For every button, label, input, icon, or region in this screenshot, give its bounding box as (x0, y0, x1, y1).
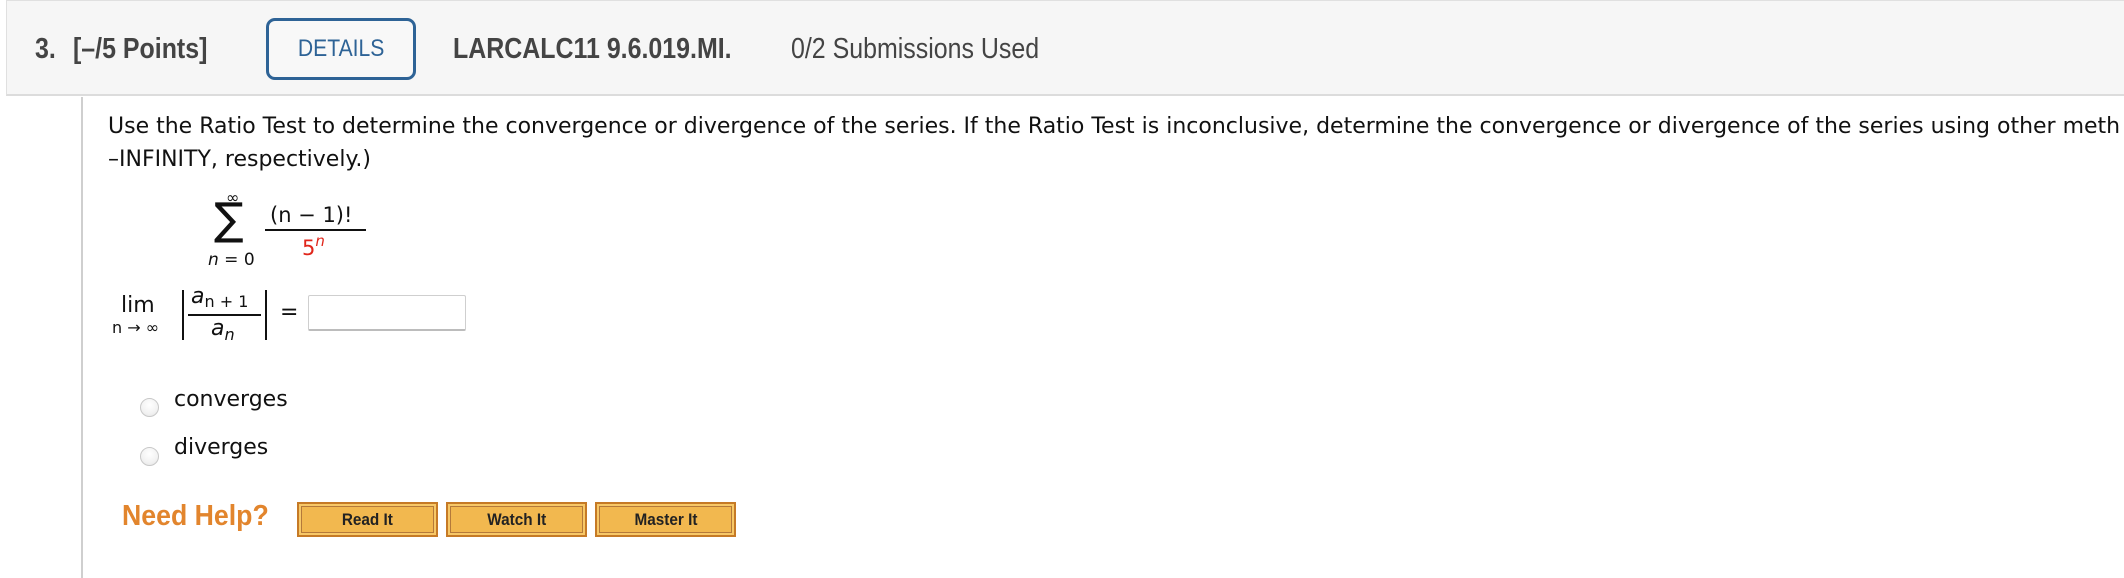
read-it-button[interactable]: Read It (297, 502, 438, 537)
master-it-button[interactable]: Master It (595, 502, 736, 537)
watch-it-label: Watch It (487, 509, 546, 529)
details-button-label: DETAILS (297, 35, 385, 62)
series-denominator: 5n (302, 232, 325, 260)
question-left-border (81, 97, 83, 578)
option-label-diverges[interactable]: diverges (174, 435, 268, 460)
radio-converges[interactable] (140, 398, 159, 417)
submissions-used: 0/2 Submissions Used (791, 33, 1040, 65)
ratio-num-subscript: n + 1 (204, 292, 249, 311)
ratio-num-base: a (191, 284, 205, 309)
points-label: [–/5 Points] (73, 33, 208, 65)
sum-lower-limit: n = 0 (208, 250, 255, 270)
question-number: 3. (35, 33, 56, 65)
denominator-base: 5 (302, 236, 316, 260)
ratio-denominator: an (211, 316, 235, 344)
sum-index-var: n (208, 250, 219, 270)
sum-index-start: = 0 (218, 250, 255, 270)
abs-bar-left (182, 290, 184, 340)
question-header: 3. [–/5 Points] DETAILS LARCALC11 9.6.01… (6, 0, 2124, 96)
limit-label: lim (121, 293, 155, 318)
series-fraction-bar (265, 229, 366, 231)
master-it-label: Master It (634, 509, 697, 529)
ratio-numerator: an + 1 (191, 284, 248, 311)
question-instructions-line-1: Use the Ratio Test to determine the conv… (108, 114, 2121, 139)
equals-sign: = (280, 300, 299, 325)
abs-bar-right (265, 290, 267, 340)
limit-answer-input[interactable] (308, 295, 466, 331)
problem-code: LARCALC11 9.6.019.MI. (453, 33, 732, 65)
radio-diverges[interactable] (140, 447, 159, 466)
details-button[interactable]: DETAILS (266, 18, 416, 80)
sigma-symbol: ∑ (214, 194, 244, 245)
ratio-den-base: a (211, 316, 225, 341)
ratio-den-subscript: n (224, 325, 235, 344)
limit-subscript: n → ∞ (112, 318, 160, 337)
read-it-label: Read It (341, 509, 394, 529)
question-instructions-line-2: –INFINITY, respectively.) (108, 147, 371, 172)
need-help-label: Need Help? (122, 500, 269, 532)
option-label-converges[interactable]: converges (174, 387, 288, 412)
series-numerator: (n − 1)! (270, 203, 353, 227)
denominator-exponent: n (315, 232, 325, 250)
watch-it-button[interactable]: Watch It (446, 502, 587, 537)
